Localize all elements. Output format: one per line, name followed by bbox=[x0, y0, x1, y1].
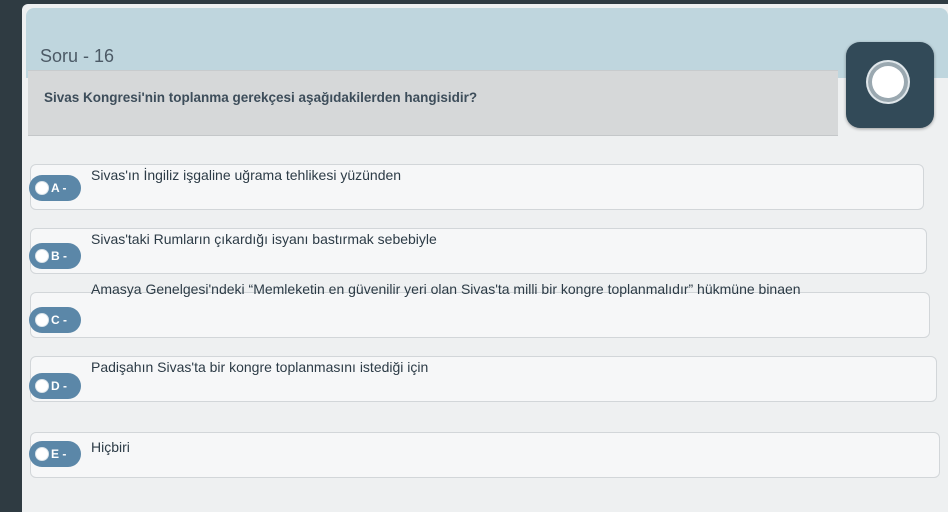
header-band bbox=[26, 8, 948, 78]
option-d-text: Padişahın Sivas'ta bir kongre toplanması… bbox=[91, 359, 429, 375]
option-d-letter: D - bbox=[51, 379, 67, 393]
radio-circle-icon bbox=[35, 447, 49, 461]
option-e-text: Hiçbiri bbox=[91, 439, 130, 455]
option-c[interactable]: C - Amasya Genelgesi'ndeki “Memleketin e… bbox=[29, 281, 930, 338]
option-d-badge[interactable]: D - bbox=[29, 373, 81, 399]
radio-circle-icon bbox=[35, 379, 49, 393]
toggle-knob-icon bbox=[868, 62, 908, 102]
option-c-badge[interactable]: C - bbox=[29, 307, 81, 333]
option-e-badge[interactable]: E - bbox=[29, 441, 81, 467]
toggle-button[interactable] bbox=[846, 42, 934, 128]
option-b[interactable]: B - Sivas'taki Rumların çıkardığı isyanı… bbox=[29, 228, 927, 274]
option-b-badge[interactable]: B - bbox=[29, 243, 81, 269]
option-b-letter: B - bbox=[51, 249, 67, 263]
question-number-title: Soru - 16 bbox=[40, 46, 115, 66]
option-c-letter: C - bbox=[51, 313, 67, 327]
radio-circle-icon bbox=[35, 181, 49, 195]
option-a-text: Sivas'ın İngiliz işgaline uğrama tehlike… bbox=[91, 167, 402, 183]
radio-circle-icon bbox=[35, 249, 49, 263]
option-b-text: Sivas'taki Rumların çıkardığı isyanı bas… bbox=[91, 231, 437, 247]
question-text: Sivas Kongresi'nin toplanma gerekçesi aş… bbox=[44, 90, 478, 105]
option-a-letter: A - bbox=[51, 181, 67, 195]
option-a-badge[interactable]: A - bbox=[29, 175, 81, 201]
option-a[interactable]: A - Sivas'ın İngiliz işgaline uğrama teh… bbox=[29, 164, 924, 210]
option-e-letter: E - bbox=[51, 447, 67, 461]
option-c-text: Amasya Genelgesi'ndeki “Memleketin en gü… bbox=[91, 281, 801, 297]
radio-circle-icon bbox=[35, 313, 49, 327]
option-e[interactable]: E - Hiçbiri bbox=[29, 432, 940, 478]
option-d[interactable]: D - Padişahın Sivas'ta bir kongre toplan… bbox=[29, 356, 937, 402]
